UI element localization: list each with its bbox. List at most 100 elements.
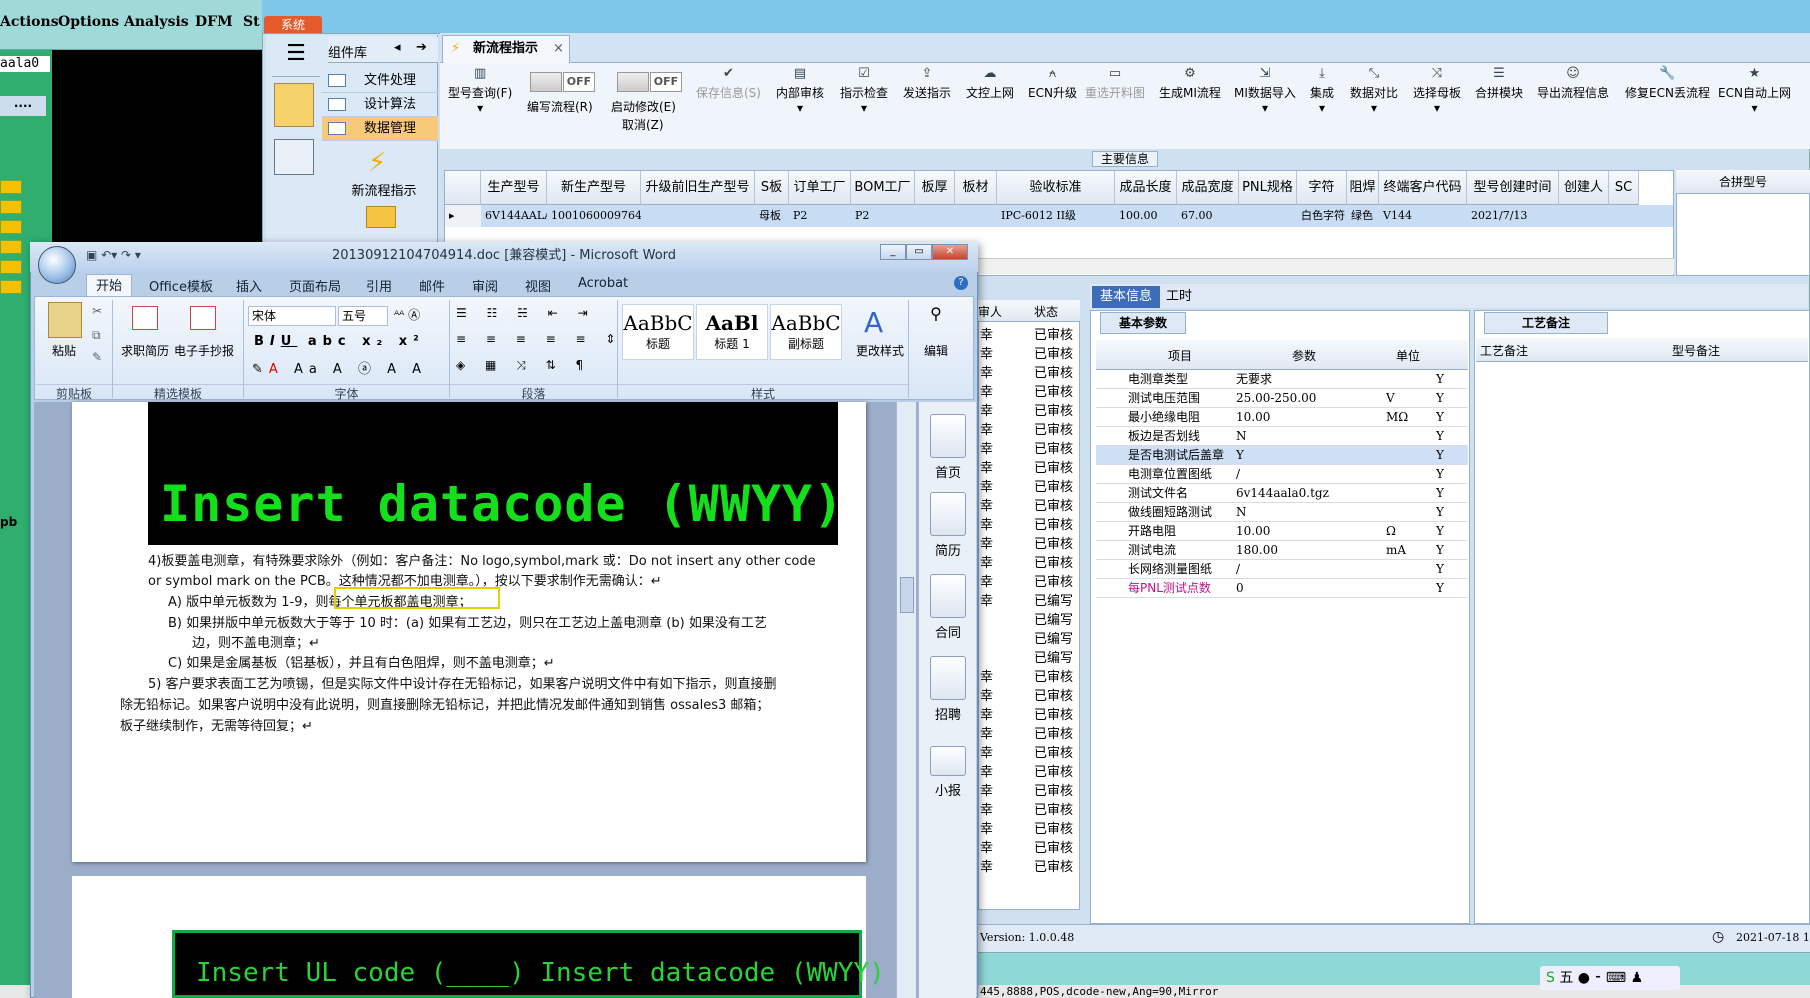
grid-cell[interactable]: 67.00 [1177, 205, 1239, 227]
tab-view[interactable]: 视图 [525, 276, 551, 295]
grid-cell[interactable] [915, 205, 955, 227]
toggle-start-modify[interactable]: OFF [617, 72, 682, 92]
grid-header[interactable]: 生产型号 [481, 171, 547, 205]
close-tab-icon[interactable]: × [553, 36, 564, 62]
tab-office-templates[interactable]: Office模板 [149, 276, 213, 295]
status-row[interactable]: 幸 已审核 [978, 704, 1078, 723]
craft-tab[interactable]: 工艺备注 [1484, 312, 1608, 334]
status-row[interactable]: 幸 已审核 [978, 666, 1078, 685]
toolbar-merge-module[interactable]: ☰ 合拼模块 [1475, 66, 1523, 101]
side-contract[interactable]: 合同 [919, 574, 977, 641]
yx-icon[interactable] [274, 83, 314, 127]
grid-cell[interactable] [1239, 205, 1297, 227]
status-row[interactable]: 幸 已审核 [978, 571, 1078, 590]
status-row[interactable]: 幸 已审核 [978, 343, 1078, 362]
toolbar-integrate[interactable]: ⤓ 集成 ▾ [1310, 66, 1334, 115]
cancel-label[interactable]: 取消(Z) [622, 116, 664, 133]
tab-mailings[interactable]: 邮件 [419, 276, 445, 295]
grid-header[interactable]: 阻焊 [1347, 171, 1379, 205]
font-tools-icon[interactable]: ᴬᴬ Ⓐ [394, 306, 420, 323]
menu-icon[interactable]: ☰ [272, 41, 320, 77]
status-row[interactable]: 幸 已审核 [978, 552, 1078, 571]
cam-layer-row[interactable] [0, 260, 22, 274]
grid-cell[interactable]: P2 [851, 205, 915, 227]
param-row[interactable]: 长网络测量图纸 / Y [1096, 560, 1468, 579]
menu-options[interactable]: Options [58, 14, 119, 30]
grid-cell[interactable] [1559, 205, 1609, 227]
side-resume[interactable]: 简历 [919, 492, 977, 559]
status-row[interactable]: 幸 已审核 [978, 495, 1078, 514]
ime-toolbar[interactable]: S 五 ● ⁃ ⌨ ♟ [1540, 966, 1680, 990]
param-row[interactable]: 每PNL测试点数 0 Y [1096, 579, 1468, 598]
menu-actions[interactable]: Actions [0, 14, 59, 30]
lightning-icon[interactable]: ⚡ [368, 148, 394, 178]
change-style-button[interactable]: 更改样式 [856, 342, 904, 359]
style-heading1[interactable]: AaBl 标题 1 [696, 304, 768, 360]
grid-cell[interactable]: 白色字符 [1297, 205, 1347, 227]
change-style-icon[interactable]: A [864, 306, 883, 339]
grid-header[interactable]: 验收标准 [997, 171, 1115, 205]
scroll-thumb[interactable] [900, 577, 914, 613]
grid-cell[interactable] [955, 205, 997, 227]
toolbar-repair-ecn[interactable]: 🔧 修复ECN丢流程 [1625, 66, 1710, 101]
office-button[interactable] [38, 246, 76, 284]
calculator-icon[interactable] [274, 139, 314, 175]
status-row[interactable]: 幸 已审核 [978, 780, 1078, 799]
tab-home[interactable]: 开始 [86, 274, 132, 296]
grid-cell[interactable] [641, 205, 755, 227]
grid-cell[interactable]: IPC-6012 II级 [997, 205, 1115, 227]
status-row[interactable]: 幸 已审核 [978, 837, 1078, 856]
param-row[interactable]: 是否电测试后盖章 Y Y [1096, 446, 1468, 465]
library-item-design[interactable]: 设计算法 [322, 93, 438, 117]
status-row[interactable]: 幸 已审核 [978, 685, 1078, 704]
param-row[interactable]: 测试电压范围 25.00-250.00 V Y [1096, 389, 1468, 408]
collapse-left-icon[interactable]: ◂ [394, 40, 401, 55]
tab-new-flow[interactable]: ⚡ 新流程指示 × [442, 35, 570, 63]
help-icon[interactable]: ? [954, 276, 968, 290]
tab-review[interactable]: 审阅 [472, 276, 498, 295]
grid-header[interactable]: 型号创建时间 [1467, 171, 1559, 205]
menu-analysis[interactable]: Analysis [124, 14, 189, 30]
grid-header[interactable]: 成品宽度 [1177, 171, 1239, 205]
toolbar-mi-import[interactable]: ⇲ MI数据导入 ▾ [1234, 66, 1296, 115]
grid-cell[interactable]: V144 [1379, 205, 1467, 227]
status-row[interactable]: 已编写 [978, 647, 1078, 666]
template-handout[interactable]: 电子手抄报 [174, 342, 234, 359]
library-item-data[interactable]: 数据管理 [322, 117, 438, 141]
grid-header[interactable]: S板 [755, 171, 789, 205]
grid-header[interactable]: BOM工厂 [851, 171, 915, 205]
status-row[interactable]: 幸 已审核 [978, 438, 1078, 457]
grid-header[interactable]: 新生产型号 [547, 171, 641, 205]
status-row[interactable]: 幸 已审核 [978, 856, 1078, 875]
handout-template-icon[interactable] [190, 306, 216, 330]
pin-icon[interactable]: ➔ [416, 40, 427, 55]
grid-header[interactable]: 字符 [1297, 171, 1347, 205]
grid-header[interactable]: 创建人 [1559, 171, 1609, 205]
param-row[interactable]: 电测章类型 无要求 Y [1096, 370, 1468, 389]
status-row[interactable]: 幸 已审核 [978, 514, 1078, 533]
minimize-icon[interactable]: _ [880, 244, 906, 260]
grid-cell[interactable]: 10010600097644 [547, 205, 641, 227]
status-row[interactable]: 幸 已审核 [978, 419, 1078, 438]
cam-layer-row[interactable] [0, 220, 22, 234]
cam-layer-row[interactable] [0, 240, 22, 254]
param-row[interactable]: 测试电流 180.00 mA Y [1096, 541, 1468, 560]
list-icons[interactable]: ☰ ☷ ☵ ⇤ ⇥ [456, 306, 596, 320]
status-row[interactable]: 幸 已审核 [978, 799, 1078, 818]
grid-cell[interactable]: 绿色 [1347, 205, 1379, 227]
tab-references[interactable]: 引用 [366, 276, 392, 295]
grid-header[interactable]: 升级前旧生产型号 [641, 171, 755, 205]
tab-layout[interactable]: 页面布局 [289, 276, 341, 295]
toolbar-ecn-upgrade[interactable]: ⍲ ECN升级 [1028, 66, 1077, 101]
shading-icons[interactable]: ◈ ▦ ⤨ ⇅ ¶ [456, 358, 591, 373]
quick-access-save-icon[interactable]: ▣ ↶▾ ↷ ▾ [86, 248, 141, 262]
param-row[interactable]: 测试文件名 6v144aala0.tgz Y [1096, 484, 1468, 503]
grid-header[interactable]: SC [1609, 171, 1639, 205]
tab-basic-info[interactable]: 基本信息 [1092, 286, 1161, 308]
bold-italic-underline-icon[interactable]: BIU abc x₂ x² [254, 334, 425, 349]
param-row[interactable]: 板边是否划线 N Y [1096, 427, 1468, 446]
tab-insert[interactable]: 插入 [236, 276, 262, 295]
toolbar-upload[interactable]: ☁ 文控上网 [966, 66, 1014, 101]
side-home[interactable]: 首页 [919, 414, 977, 481]
maximize-icon[interactable]: ▭ [906, 244, 932, 260]
